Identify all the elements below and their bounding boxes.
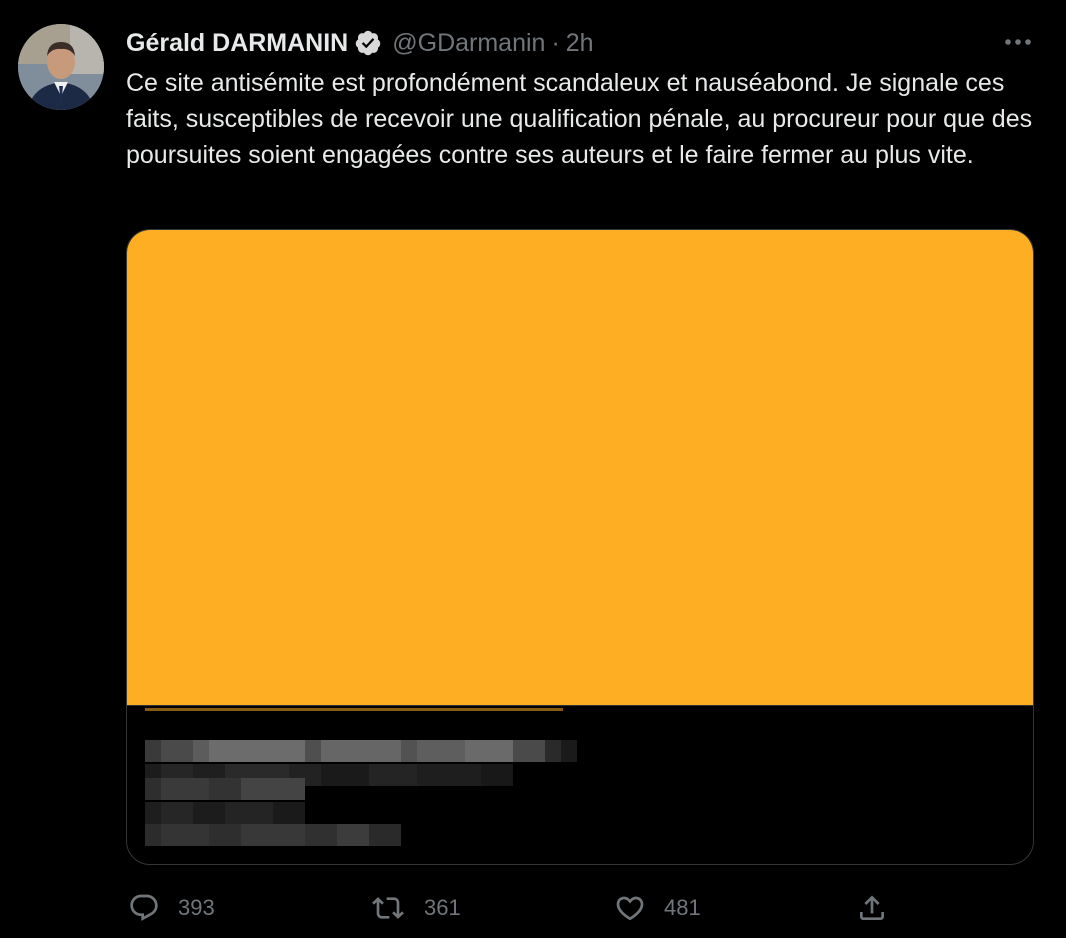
reply-count: 393 [178,895,215,920]
verified-badge-icon [354,29,382,57]
share-button[interactable] [856,888,888,928]
link-card[interactable] [126,229,1034,865]
reply-button[interactable]: 393 [128,888,215,928]
tweet-actions: 393 361 481 [0,888,1066,928]
card-blurred-description [145,778,305,800]
card-blurred-title [145,740,577,762]
author-name[interactable]: Gérald DARMANIN [126,29,348,58]
retweet-icon [370,892,406,924]
more-icon[interactable] [1000,28,1036,56]
avatar-photo [18,24,104,110]
share-icon [856,892,888,924]
heart-icon [614,892,646,924]
tweet[interactable]: Gérald DARMANIN @GDarmanin · 2h Ce site … [0,0,1066,938]
retweet-button[interactable]: 361 [370,888,461,928]
tweet-timestamp[interactable]: 2h [566,29,594,58]
header-separator: · [551,28,560,57]
like-count: 481 [664,895,701,920]
author-handle[interactable]: @GDarmanin [392,29,545,58]
card-blurred-description [145,802,305,824]
reply-icon [128,892,160,924]
like-button[interactable]: 481 [614,888,701,928]
tweet-header: Gérald DARMANIN @GDarmanin · 2h [126,26,594,60]
retweet-count: 361 [424,895,461,920]
avatar[interactable] [18,24,104,110]
card-blurred-domain [145,824,401,846]
card-divider [145,708,563,711]
card-image [127,230,1033,706]
tweet-text: Ce site antisémite est profondément scan… [126,69,1033,169]
